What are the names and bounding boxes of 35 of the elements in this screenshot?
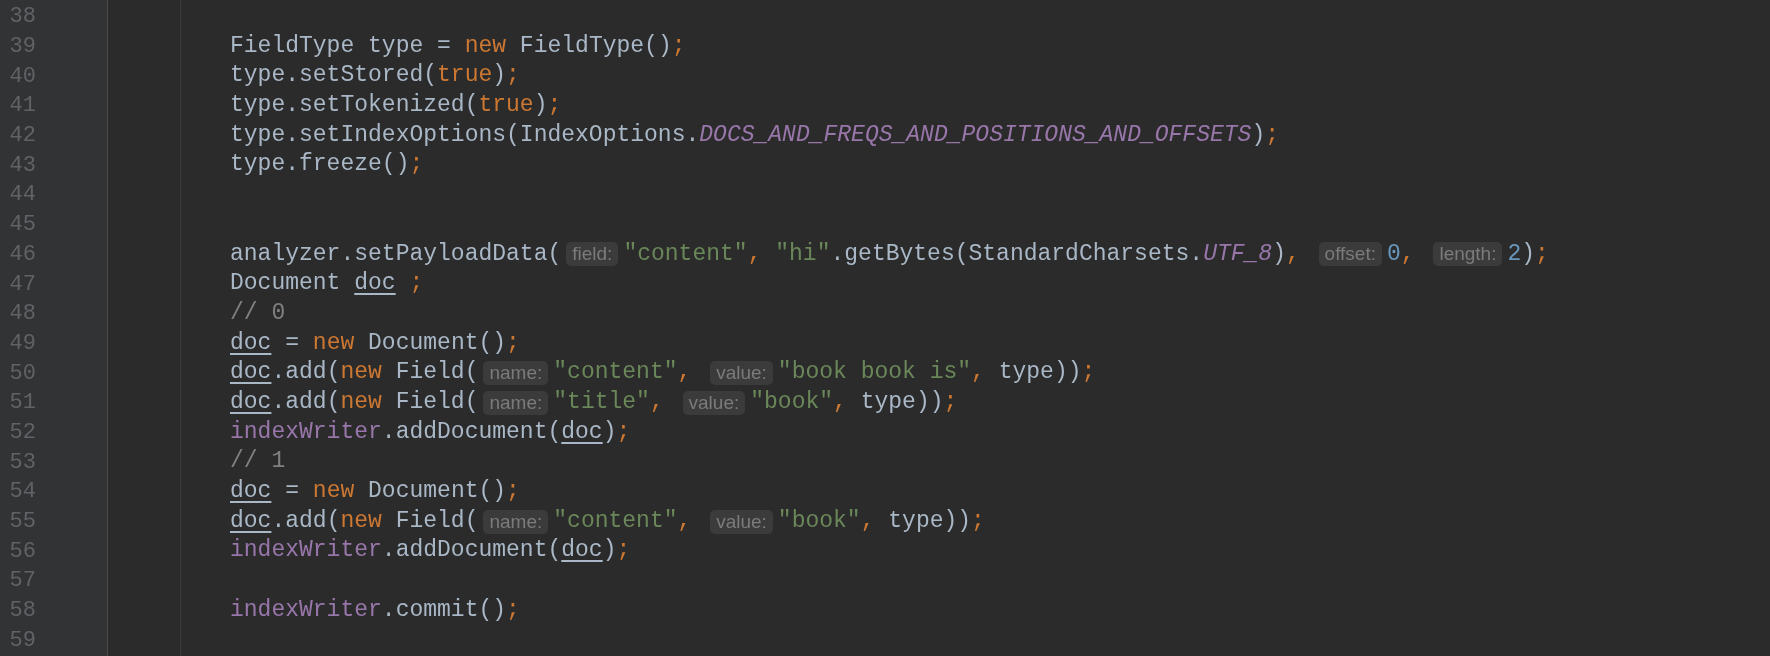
- code-text: indexWriter.commit();: [230, 595, 520, 625]
- code-text: doc.add(new Field(: [230, 506, 479, 536]
- code-text: "book", type));: [750, 387, 958, 417]
- code-text: type.setIndexOptions(IndexOptions.DOCS_AND_FREQS_AND_POSITIONS_AND_OFFSETS);: [230, 120, 1279, 150]
- code-text: "title",: [553, 387, 665, 417]
- parameter-hint: name:: [483, 390, 549, 415]
- code-text: type.setStored(true);: [230, 61, 520, 91]
- code-text: 2);: [1507, 239, 1549, 269]
- code-text: type.setTokenized(true);: [230, 91, 562, 121]
- parameter-hint: name:: [483, 509, 549, 534]
- parameter-hint: field:: [566, 242, 619, 267]
- parameter-hint: value:: [710, 509, 773, 534]
- parameter-hint: value:: [710, 361, 773, 386]
- code-text: // 0: [230, 298, 286, 328]
- code-text: Document doc ;: [230, 269, 424, 299]
- code-text: "content",: [553, 358, 693, 388]
- code-text: doc.add(new Field(: [230, 358, 479, 388]
- code-text: "content", "hi".getBytes(StandardCharsets.UTF_8),: [623, 239, 1301, 269]
- code-text: doc = new Document();: [230, 328, 520, 358]
- parameter-hint: offset:: [1318, 242, 1382, 267]
- code-text: doc.add(new Field(: [230, 387, 479, 417]
- code-text: type.freeze();: [230, 150, 424, 180]
- code-text: indexWriter.addDocument(doc);: [230, 417, 631, 447]
- code-text: doc = new Document();: [230, 477, 520, 506]
- parameter-hint: length:: [1433, 242, 1503, 267]
- code-text: "book", type));: [777, 506, 985, 536]
- parameter-hint: value:: [682, 390, 746, 415]
- code-text: // 1: [230, 447, 286, 477]
- code-text: indexWriter.addDocument(doc);: [230, 536, 631, 566]
- code-text: analyzer.setPayloadData(: [230, 239, 562, 269]
- parameter-hint: name:: [483, 361, 549, 386]
- code-text: "book book is", type));: [777, 358, 1096, 388]
- code-text: "content",: [553, 506, 693, 536]
- code-text: FieldType type = new FieldType();: [230, 31, 686, 61]
- code-text: 0,: [1387, 239, 1416, 269]
